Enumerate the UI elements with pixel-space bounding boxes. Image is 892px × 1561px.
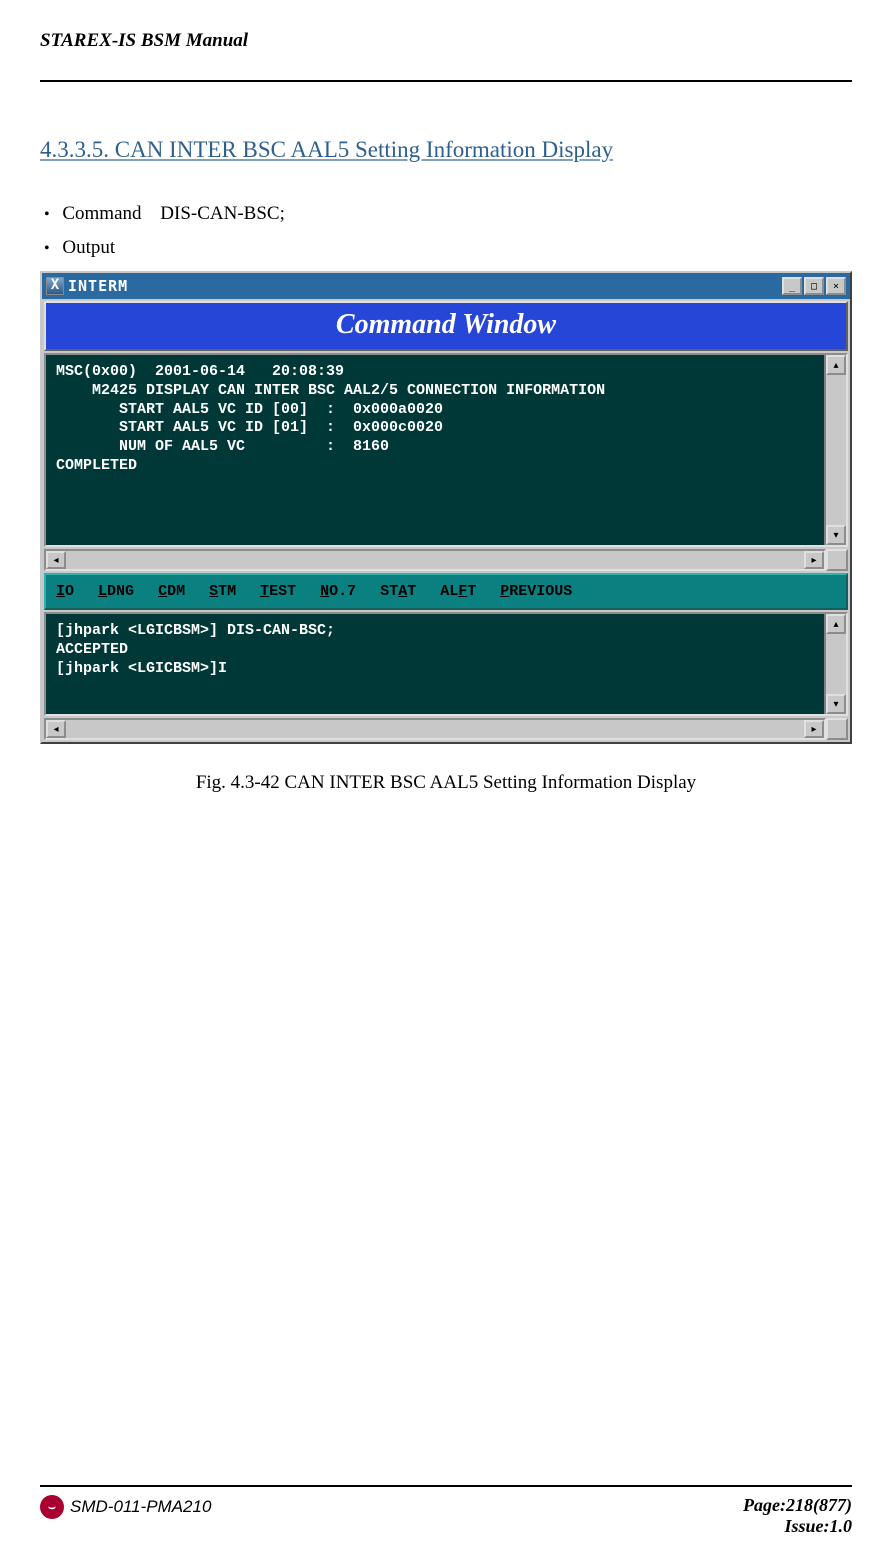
footer-right: Page:218(877) Issue:1.0 (743, 1495, 852, 1537)
manual-title: STAREX-IS BSM Manual (40, 30, 248, 51)
close-button[interactable]: × (826, 277, 846, 295)
menubar: IO LDNG CDM STM TEST NO.7 STAT ALFT PREV… (44, 573, 848, 610)
window-titlebar[interactable]: X INTERM _ □ × (42, 273, 850, 299)
scroll-right-icon[interactable]: ▸ (804, 720, 824, 738)
scroll-right-icon[interactable]: ▸ (804, 551, 824, 569)
scroll-down-icon[interactable]: ▾ (826, 525, 846, 545)
command-value: DIS-CAN-BSC; (160, 203, 285, 224)
scroll-left-icon[interactable]: ◂ (46, 720, 66, 738)
scroll-down-icon[interactable]: ▾ (826, 694, 846, 714)
page-header: STAREX-IS BSM Manual (40, 30, 852, 82)
bullet-dot-icon: • (44, 206, 50, 223)
menu-ldng[interactable]: LDNG (98, 583, 134, 600)
minimize-button[interactable]: _ (782, 277, 802, 295)
figure-caption: Fig. 4.3-42 CAN INTER BSC AAL5 Setting I… (40, 772, 852, 794)
output-label: Output (62, 237, 115, 258)
output-bullet-line: • Output (44, 237, 852, 259)
scroll-up-icon[interactable]: ▴ (826, 355, 846, 375)
scroll-left-icon[interactable]: ◂ (46, 551, 66, 569)
maximize-button[interactable]: □ (804, 277, 824, 295)
output-hscroll-row: ◂ ▸ (44, 549, 848, 571)
output-pane-frame: MSC(0x00) 2001-06-14 20:08:39 M2425 DISP… (44, 353, 848, 547)
scroll-corner (826, 549, 848, 571)
output-vertical-scrollbar[interactable]: ▴ ▾ (824, 355, 846, 545)
section-heading: 4.3.3.5. CAN INTER BSC AAL5 Setting Info… (40, 137, 852, 163)
titlebar-controls: _ □ × (782, 277, 846, 295)
scroll-corner (826, 718, 848, 740)
output-terminal[interactable]: MSC(0x00) 2001-06-14 20:08:39 M2425 DISP… (46, 355, 824, 545)
menu-previous[interactable]: PREVIOUS (500, 583, 572, 600)
output-horizontal-scrollbar[interactable]: ◂ ▸ (44, 549, 826, 571)
page-number: Page:218(877) (743, 1495, 852, 1516)
menu-test[interactable]: TEST (260, 583, 296, 600)
command-bullet-line: • Command DIS-CAN-BSC; (44, 203, 852, 225)
window-menu-icon[interactable]: X (46, 277, 64, 295)
command-window-banner: Command Window (44, 301, 848, 351)
command-label: Command (62, 203, 141, 224)
menu-cdm[interactable]: CDM (158, 583, 185, 600)
window-title: INTERM (68, 277, 128, 295)
bullet-dot-icon: • (44, 240, 50, 257)
section-number: 4.3.3.5. (40, 137, 109, 162)
command-pane-frame: [jhpark <LGICBSM>] DIS-CAN-BSC; ACCEPTED… (44, 612, 848, 716)
scroll-up-icon[interactable]: ▴ (826, 614, 846, 634)
terminal-window: X INTERM _ □ × Command Window MSC(0x00) … (40, 271, 852, 744)
menu-stm[interactable]: STM (209, 583, 236, 600)
menu-io[interactable]: IO (56, 583, 74, 600)
titlebar-left: X INTERM (46, 277, 128, 295)
lg-logo-icon: ⌣ (40, 1495, 64, 1519)
footer-left: ⌣ SMD-011-PMA210 (40, 1495, 211, 1519)
page-footer: ⌣ SMD-011-PMA210 Page:218(877) Issue:1.0 (40, 1485, 852, 1537)
command-vertical-scrollbar[interactable]: ▴ ▾ (824, 614, 846, 714)
issue-number: Issue:1.0 (743, 1516, 852, 1537)
document-id: SMD-011-PMA210 (70, 1497, 211, 1517)
menu-no7[interactable]: NO.7 (320, 583, 356, 600)
command-terminal[interactable]: [jhpark <LGICBSM>] DIS-CAN-BSC; ACCEPTED… (46, 614, 824, 714)
command-horizontal-scrollbar[interactable]: ◂ ▸ (44, 718, 826, 740)
section-title: CAN INTER BSC AAL5 Setting Information D… (115, 137, 613, 162)
menu-stat[interactable]: STAT (380, 583, 416, 600)
menu-alft[interactable]: ALFT (440, 583, 476, 600)
command-hscroll-row: ◂ ▸ (44, 718, 848, 740)
